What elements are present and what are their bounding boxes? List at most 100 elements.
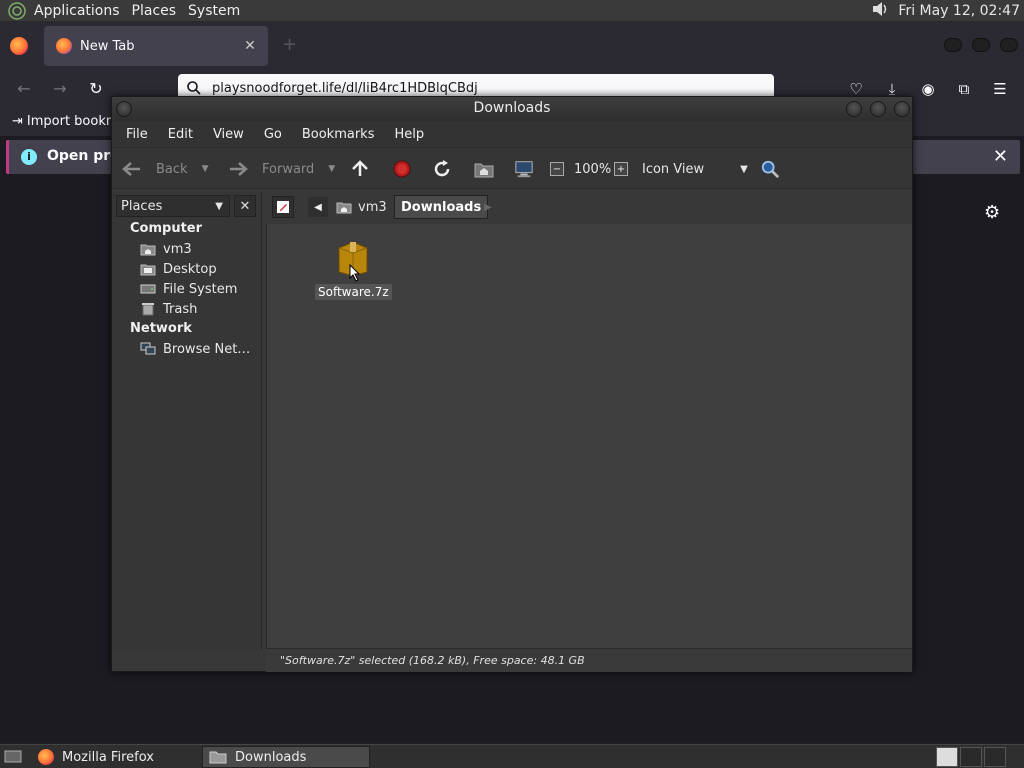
sidebar-item-trash[interactable]: Trash — [140, 300, 197, 318]
search-icon — [187, 81, 201, 95]
desktop-folder-icon — [140, 262, 156, 276]
home-button[interactable] — [474, 148, 494, 190]
toggle-location-entry-button[interactable] — [272, 196, 294, 218]
url-text: playsnoodforget.life/dl/IiB4rc1HDBlqCBdj — [212, 80, 478, 96]
computer-button[interactable] — [514, 148, 534, 190]
sidebar-item-browse-network[interactable]: Browse Net… — [140, 340, 250, 358]
scroll-left-button[interactable]: ◀ — [308, 197, 328, 217]
forward-button[interactable]: Forward ▼ — [228, 148, 335, 190]
workspace-1[interactable] — [936, 747, 958, 767]
workspace-3[interactable] — [984, 747, 1006, 767]
back-button[interactable]: Back ▼ — [122, 148, 208, 190]
section-network: Network — [130, 321, 192, 336]
search-button[interactable] — [760, 148, 780, 190]
location-bar: ◀ vm3 Downloads ▶ — [266, 192, 912, 222]
zoom-out-button[interactable]: − — [550, 148, 564, 190]
zoom-in-button[interactable]: + — [614, 148, 628, 190]
zoom-out-icon: − — [550, 162, 564, 176]
system-menu[interactable]: System — [182, 3, 246, 19]
minimize-button[interactable] — [846, 101, 862, 117]
reload-icon[interactable]: ↻ — [85, 78, 107, 100]
close-button[interactable] — [1000, 38, 1018, 52]
task-downloads[interactable]: Downloads — [202, 746, 370, 768]
edit-icon — [277, 201, 289, 213]
menu-go[interactable]: Go — [256, 127, 290, 142]
breadcrumb-label: vm3 — [358, 199, 387, 215]
show-desktop-icon[interactable] — [4, 748, 22, 768]
sidebar-item-desktop[interactable]: Desktop — [140, 260, 217, 278]
scroll-right-button[interactable]: ▶ — [478, 197, 498, 217]
drive-icon — [140, 282, 156, 296]
menubar: File Edit View Go Bookmarks Help — [112, 121, 912, 147]
menu-file[interactable]: File — [118, 127, 156, 142]
close-button[interactable] — [894, 101, 910, 117]
firefox-window-controls — [944, 38, 1018, 52]
sidebar-item-vm3[interactable]: vm3 — [140, 240, 192, 258]
stop-button[interactable] — [392, 148, 412, 190]
home-folder-icon — [336, 202, 352, 214]
sidebar-item-file-system[interactable]: File System — [140, 280, 237, 298]
status-bar: "Software.7z" selected (168.2 kB), Free … — [266, 648, 912, 672]
file-view[interactable]: Software.7z — [266, 224, 912, 648]
forward-label: Forward — [262, 161, 315, 177]
maximize-button[interactable] — [972, 38, 990, 52]
account-icon[interactable]: ◉ — [918, 79, 938, 99]
applications-menu[interactable]: Applications — [28, 3, 126, 19]
maximize-button[interactable] — [870, 101, 886, 117]
close-side-pane-button[interactable]: ✕ — [234, 195, 256, 217]
search-icon — [760, 159, 780, 179]
file-item[interactable]: Software.7z — [315, 238, 392, 300]
mate-logo-icon[interactable] — [6, 0, 28, 22]
forward-arrow-icon — [228, 159, 248, 179]
firefox-view-icon[interactable] — [10, 37, 28, 55]
task-label: Downloads — [235, 749, 307, 765]
workspace-2[interactable] — [960, 747, 982, 767]
back-icon[interactable]: ← — [13, 78, 35, 100]
side-pane-selector[interactable]: Places ▼ — [116, 195, 230, 217]
minimize-button[interactable] — [944, 38, 962, 52]
up-arrow-icon — [350, 159, 370, 179]
back-dropdown-icon[interactable]: ▼ — [202, 164, 209, 174]
clock[interactable]: Fri May 12, 02:47 — [898, 3, 1020, 19]
places-menu[interactable]: Places — [126, 3, 183, 19]
breadcrumb-label: Downloads — [401, 199, 482, 215]
firefox-icon — [56, 38, 72, 54]
menu-bookmarks[interactable]: Bookmarks — [294, 127, 383, 142]
bottom-panel: Mozilla Firefox Downloads — [0, 744, 1024, 768]
tab-new-tab[interactable]: New Tab ✕ — [44, 26, 268, 66]
view-mode-select[interactable]: Icon View ▼ — [642, 148, 748, 190]
breadcrumb-vm3[interactable]: vm3 — [330, 195, 393, 219]
volume-icon[interactable] — [870, 0, 890, 22]
home-folder-icon — [474, 159, 494, 179]
menu-icon[interactable]: ☰ — [990, 79, 1010, 99]
forward-dropdown-icon[interactable]: ▼ — [328, 164, 335, 174]
side-pane-selector-label: Places — [121, 198, 163, 214]
toolbar: Back ▼ Forward ▼ − 100% + Icon View ▼ — [112, 147, 912, 189]
reload-button[interactable] — [432, 148, 452, 190]
folder-icon — [209, 751, 227, 764]
computer-icon — [514, 159, 534, 179]
new-tab-icon[interactable]: + — [282, 34, 297, 55]
menu-view[interactable]: View — [205, 127, 252, 142]
zoom-in-icon: + — [614, 162, 628, 176]
up-button[interactable] — [350, 148, 370, 190]
import-icon: ⇥ — [12, 114, 23, 129]
section-computer: Computer — [130, 221, 203, 236]
mouse-pointer-icon — [349, 264, 361, 282]
forward-icon[interactable]: → — [49, 78, 71, 100]
sidebar-item-label: Trash — [163, 301, 198, 317]
extensions-icon[interactable]: ⧉ — [954, 79, 974, 99]
close-tab-icon[interactable]: ✕ — [240, 38, 260, 54]
zoom-level[interactable]: 100% — [574, 148, 611, 190]
close-notice-icon[interactable]: ✕ — [993, 146, 1008, 167]
gear-icon[interactable]: ⚙ — [984, 202, 1000, 223]
side-pane: Places ▼ ✕ Computer vm3 Desktop File Sys… — [112, 192, 262, 650]
breadcrumb-downloads[interactable]: Downloads — [394, 195, 489, 219]
import-bookmarks-button[interactable]: ⇥ Import bookm — [12, 114, 119, 129]
fm-titlebar[interactable]: Downloads — [112, 97, 912, 121]
firefox-tabbar: New Tab ✕ + — [0, 22, 1024, 68]
menu-help[interactable]: Help — [386, 127, 432, 142]
task-firefox[interactable]: Mozilla Firefox — [32, 746, 200, 768]
task-label: Mozilla Firefox — [62, 749, 154, 765]
menu-edit[interactable]: Edit — [160, 127, 201, 142]
